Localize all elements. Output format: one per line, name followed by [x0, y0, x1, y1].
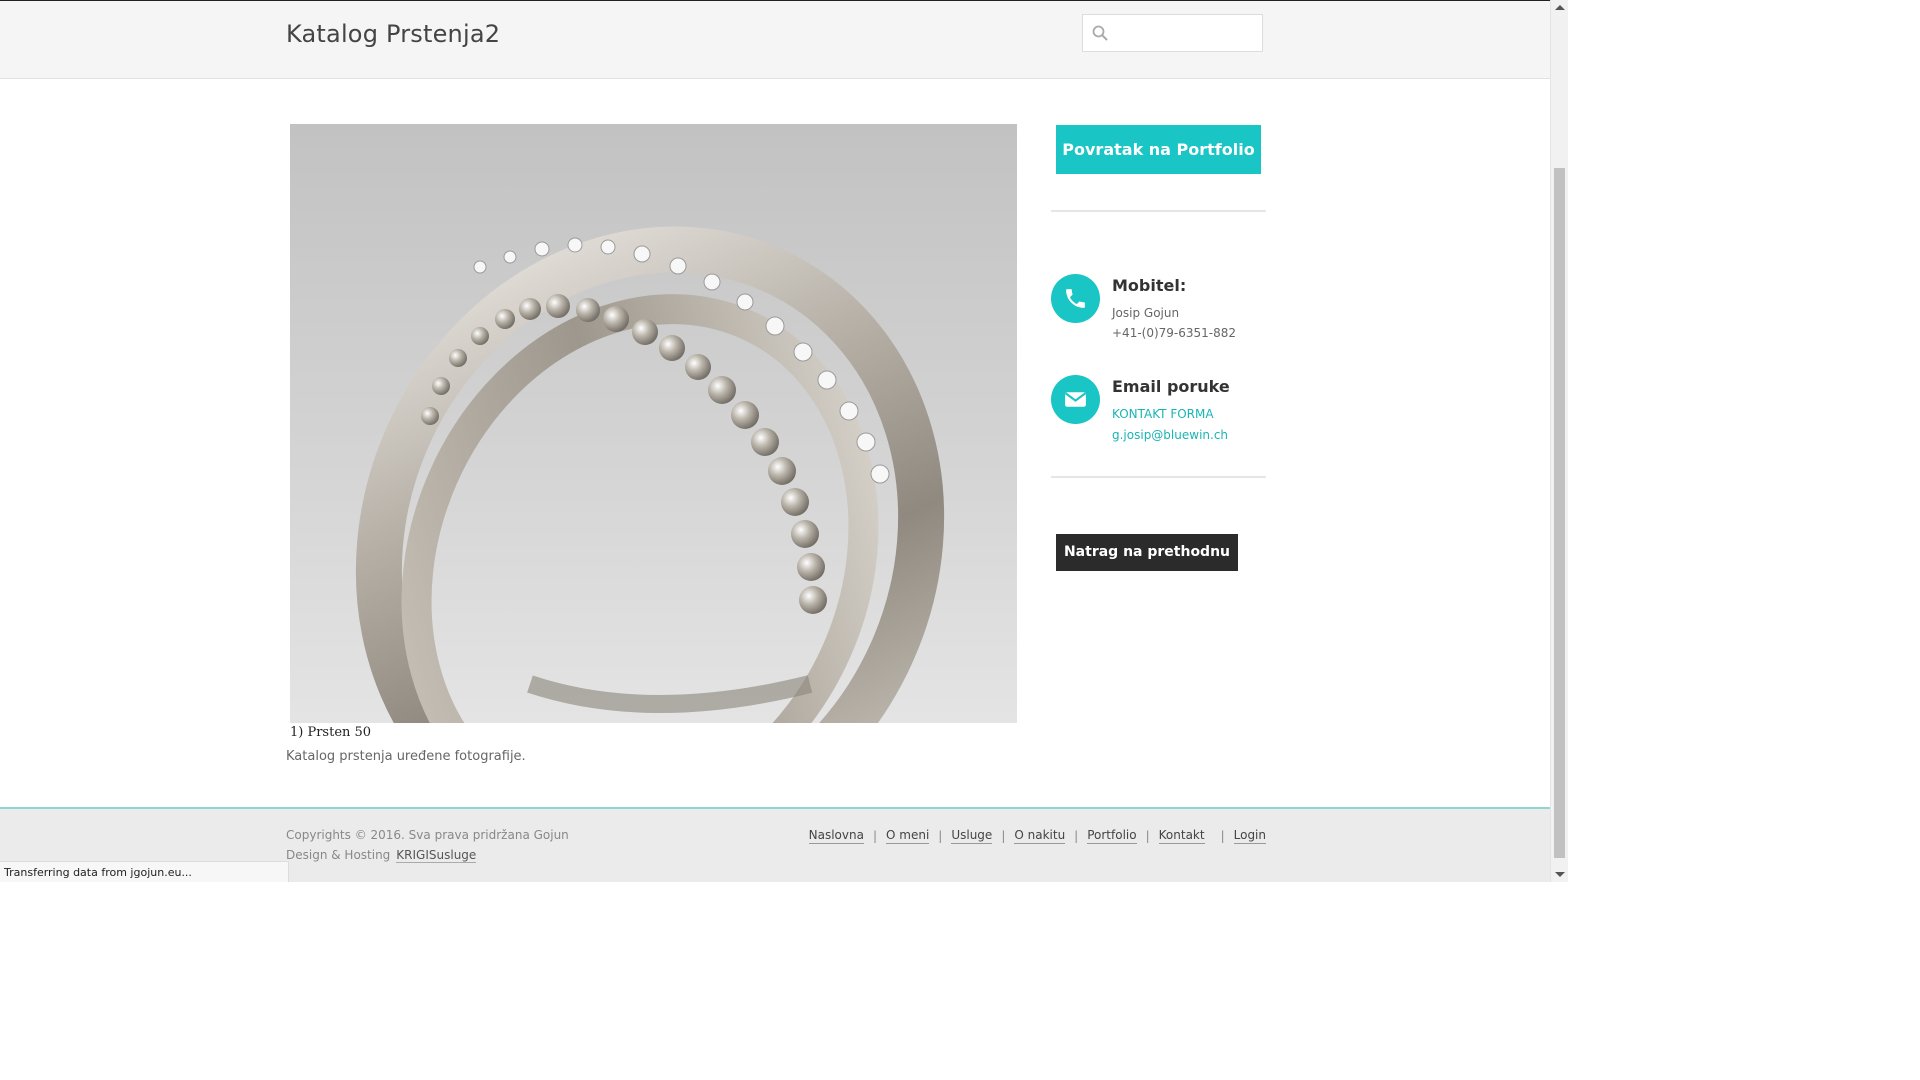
- footer-nav-separator: |: [1074, 829, 1079, 843]
- scroll-up-arrow-icon[interactable]: [1555, 5, 1565, 10]
- sidebar-divider: [1051, 476, 1266, 478]
- site-title[interactable]: Katalog Prstenja2: [286, 20, 500, 48]
- site-header: Katalog Prstenja2: [0, 0, 1550, 79]
- phone-contact-name: Josip Gojun: [1112, 306, 1180, 320]
- design-credit: Design & Hosting KRIGISusluge: [286, 848, 477, 863]
- page-description: Katalog prstenja uređene fotografije.: [286, 749, 526, 764]
- footer-nav-login[interactable]: Login: [1233, 828, 1266, 844]
- go-back-button[interactable]: Natrag na prethodnu: [1056, 534, 1238, 571]
- copyright-text: Copyrights © 2016. Sva prava pridržana G…: [286, 828, 569, 842]
- ring-photo[interactable]: [290, 124, 1017, 723]
- footer-nav-kontakt[interactable]: Kontakt: [1158, 828, 1205, 844]
- footer-nav: Naslovna | O meni | Usluge | O nakitu | …: [808, 828, 1266, 844]
- search-box[interactable]: [1082, 14, 1263, 52]
- footer-nav-separator: |: [1001, 829, 1006, 843]
- page-scrollbar[interactable]: [1550, 0, 1568, 882]
- phone-number: +41-(0)79-6351-882: [1112, 326, 1237, 340]
- photo-caption: 1) Prsten 50: [290, 725, 372, 740]
- sidebar-divider: [1051, 210, 1266, 212]
- design-credit-label: Design & Hosting: [286, 848, 391, 862]
- footer-nav-o-meni[interactable]: O meni: [886, 828, 930, 844]
- footer-nav-portfolio[interactable]: Portfolio: [1087, 828, 1137, 844]
- scroll-down-arrow-icon[interactable]: [1555, 872, 1565, 877]
- envelope-icon: [1051, 375, 1100, 424]
- footer-nav-usluge[interactable]: Usluge: [951, 828, 993, 844]
- email-title: Email poruke: [1112, 377, 1230, 396]
- browser-status-bar: Transferring data from jgojun.eu...: [0, 861, 289, 882]
- back-to-portfolio-button[interactable]: Povratak na Portfolio: [1056, 125, 1261, 174]
- ring-illustration: [290, 124, 1017, 723]
- footer-nav-naslovna[interactable]: Naslovna: [808, 828, 864, 844]
- footer-nav-separator: |: [872, 829, 877, 843]
- phone-icon: [1051, 274, 1100, 323]
- footer-nav-separator: |: [938, 829, 943, 843]
- footer-nav-separator: |: [1220, 829, 1225, 843]
- phone-title: Mobitel:: [1112, 276, 1187, 295]
- footer-nav-separator: |: [1145, 829, 1150, 843]
- contact-form-link[interactable]: KONTAKT FORMA: [1112, 407, 1214, 421]
- search-icon: [1092, 25, 1108, 41]
- scrollbar-thumb[interactable]: [1554, 168, 1565, 858]
- footer-nav-o-nakitu[interactable]: O nakitu: [1014, 828, 1066, 844]
- search-input[interactable]: [1113, 19, 1258, 47]
- email-address-link[interactable]: g.josip@bluewin.ch: [1112, 428, 1228, 442]
- design-credit-link[interactable]: KRIGISusluge: [396, 848, 477, 863]
